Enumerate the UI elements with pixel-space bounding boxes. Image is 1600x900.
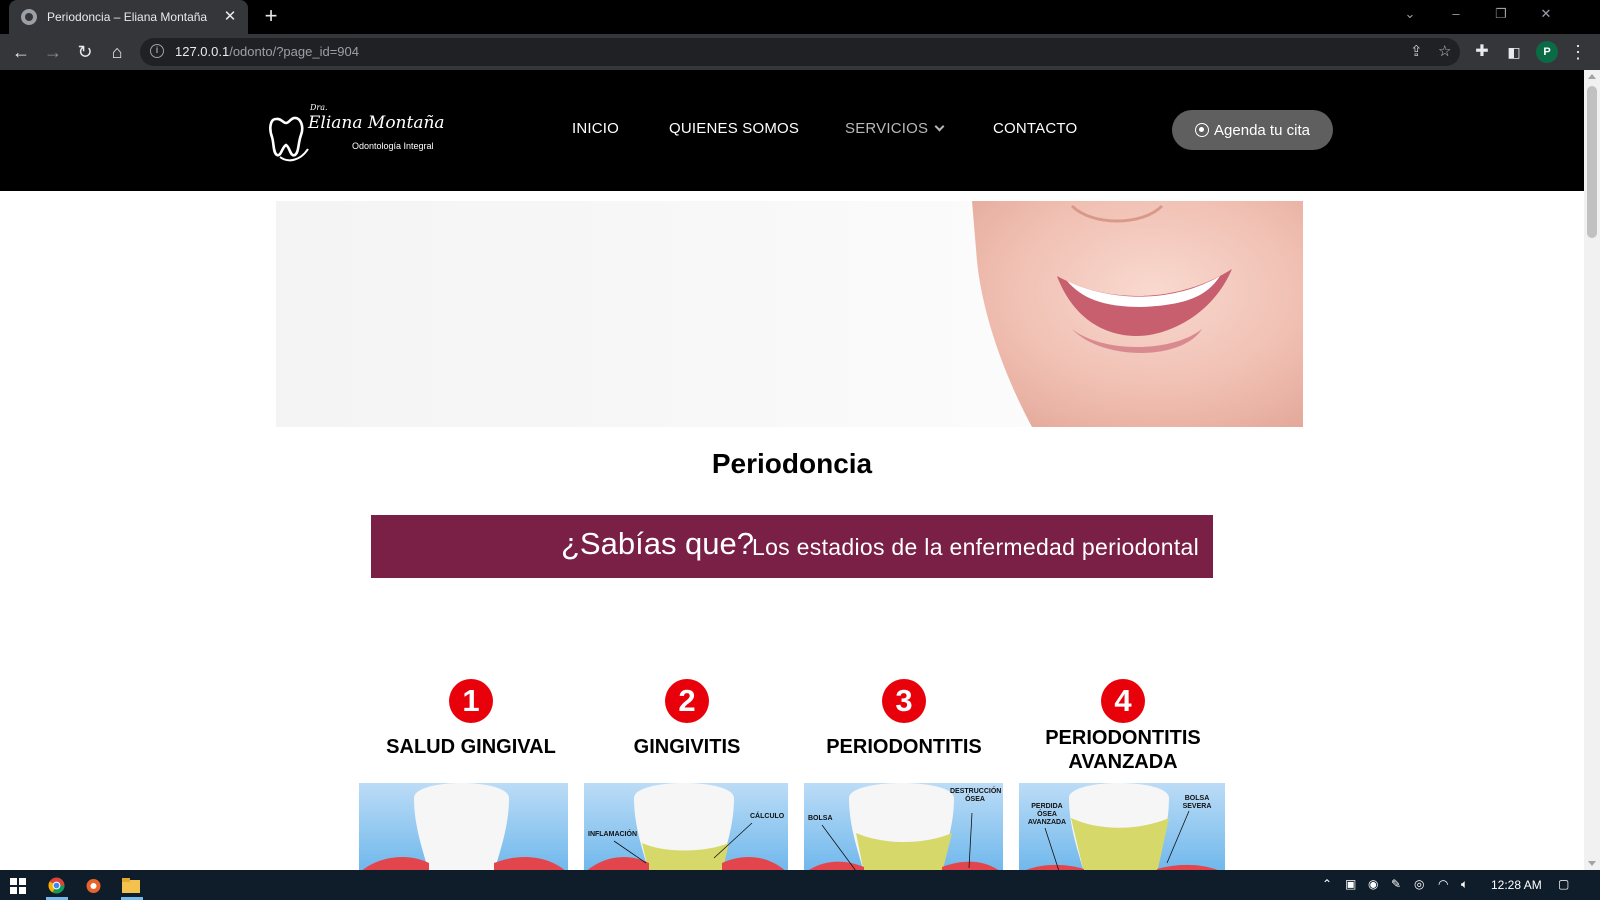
home-icon[interactable]: ⌂ — [105, 40, 129, 64]
smile-photo — [972, 201, 1303, 427]
stage-label: GINGIVITIS — [633, 736, 741, 758]
stage-3: 3 PERIODONTITIS — [799, 679, 1009, 759]
tag-bolsa: BOLSA — [808, 815, 833, 822]
tag-calculo: CÁLCULO — [750, 813, 785, 820]
book-appointment-label: Agenda tu cita — [1214, 121, 1310, 139]
minimize-icon[interactable]: – — [1446, 6, 1466, 21]
smile-illustration — [972, 201, 1303, 427]
tag-perdida-osea-avanzada: PERDIDA ÓSEA AVANZADA — [1027, 803, 1067, 826]
share-icon[interactable]: ⇪ — [1410, 42, 1423, 60]
tray-network-drive-icon[interactable]: ▣ — [1345, 877, 1356, 891]
logo-prefix: Dra. — [310, 103, 328, 112]
nav-item-servicios-label: SERVICIOS — [845, 120, 929, 137]
restore-icon[interactable]: ❐ — [1491, 6, 1511, 22]
site-info-icon[interactable]: i — [150, 44, 164, 58]
windows-start-icon[interactable] — [10, 878, 26, 894]
stage-label: SALUD GINGIVAL — [386, 736, 556, 758]
tooth-logo-icon — [269, 116, 309, 162]
bookmark-star-icon[interactable]: ☆ — [1438, 42, 1451, 60]
nav-item-contacto[interactable]: CONTACTO — [993, 120, 1077, 137]
browser-tab-strip: Periodoncia – Eliana Montaña ✕ + ⌄ – ❐ ✕ — [0, 0, 1600, 34]
notifications-icon[interactable]: ▢ — [1558, 877, 1569, 891]
stage-4: 4 PERIODONTITIS AVANZADA — [1018, 679, 1228, 774]
globe-icon — [21, 9, 37, 25]
stage-1-illustration — [359, 783, 568, 870]
url-host: 127.0.0.1 — [175, 44, 230, 59]
nav-item-inicio[interactable]: INICIO — [572, 120, 619, 137]
tray-pen-icon[interactable]: ✎ — [1391, 877, 1401, 891]
url-text[interactable]: 127.0.0.1/odonto/?page_id=904 — [175, 44, 359, 59]
scroll-up-icon[interactable] — [1588, 74, 1596, 79]
tab-title: Periodoncia – Eliana Montaña — [47, 10, 208, 24]
stage-number: 3 — [882, 679, 926, 723]
extensions-icon[interactable]: ✚ — [1470, 40, 1494, 64]
address-bar[interactable]: i 127.0.0.1/odonto/?page_id=904 ⇪ ☆ — [140, 38, 1460, 66]
page-title: Periodoncia — [711, 448, 873, 479]
scrollbar-thumb[interactable] — [1587, 86, 1597, 238]
stage-number: 2 — [665, 679, 709, 723]
stage-number: 1 — [449, 679, 493, 723]
book-appointment-button[interactable]: Agenda tu cita — [1172, 110, 1333, 150]
close-window-icon[interactable]: ✕ — [1536, 6, 1556, 22]
nav-item-quienes-somos[interactable]: QUIENES SOMOS — [669, 120, 799, 137]
tray-app-icon[interactable]: ◉ — [1368, 877, 1378, 891]
side-panel-icon[interactable]: ◧ — [1502, 40, 1526, 64]
reload-icon[interactable]: ↻ — [73, 40, 97, 64]
tag-inflamacion: INFLAMACIÓN — [588, 831, 637, 838]
url-path: /odonto/?page_id=904 — [229, 44, 359, 59]
stage-4-illustration: PERDIDA ÓSEA AVANZADA BOLSA SEVERA — [1019, 783, 1225, 870]
file-explorer-icon[interactable] — [122, 878, 140, 893]
wifi-icon[interactable]: ◠ — [1438, 877, 1448, 891]
stage-label: PERIODONTITIS — [826, 736, 982, 758]
whatsapp-icon — [1195, 123, 1210, 137]
chevron-down-icon — [934, 121, 945, 132]
page-viewport: Dra. Eliana Montaña Odontología Integral… — [0, 70, 1584, 870]
banner-question: ¿Sabías que? — [561, 526, 755, 561]
logo-tagline: Odontología Integral — [352, 141, 434, 151]
stage-2-illustration: INFLAMACIÓN CÁLCULO — [584, 783, 788, 870]
back-icon[interactable]: ← — [9, 40, 33, 64]
healthy-tooth-illustration — [362, 783, 565, 870]
profile-avatar[interactable]: P — [1536, 41, 1558, 63]
stage-1: 1 SALUD GINGIVAL — [366, 679, 576, 759]
browser-toolbar: ← → ↻ ⌂ i 127.0.0.1/odonto/?page_id=904 … — [0, 34, 1600, 70]
stage-label: PERIODONTITIS AVANZADA — [1045, 727, 1201, 773]
site-header: Dra. Eliana Montaña Odontología Integral… — [0, 70, 1584, 191]
info-banner: ¿Sabías que? Los estadios de la enfermed… — [371, 515, 1213, 578]
tag-bolsa-severa: BOLSA SEVERA — [1182, 795, 1212, 810]
tray-search-app-icon[interactable]: ◎ — [1414, 877, 1424, 891]
new-tab-button[interactable]: + — [259, 5, 283, 29]
tag-destruccion-osea: DESTRUCCIÓN ÓSEA — [950, 788, 1002, 803]
taskbar-clock[interactable]: 12:28 AM — [1491, 878, 1542, 892]
forward-icon[interactable]: → — [41, 40, 65, 64]
tab-search-icon[interactable]: ⌄ — [1400, 6, 1420, 22]
close-tab-icon[interactable]: ✕ — [218, 9, 242, 25]
scroll-down-icon[interactable] — [1588, 861, 1596, 866]
windows-taskbar: ⌃ ▣ ◉ ✎ ◎ ◠ 🔈︎ 12:28 AM ▢ — [0, 870, 1600, 900]
app-taskbar-icon[interactable] — [85, 877, 102, 894]
tray-chevron-icon[interactable]: ⌃ — [1322, 877, 1332, 891]
gingivitis-tooth-illustration — [587, 783, 785, 870]
menu-kebab-icon[interactable]: ⋮ — [1566, 40, 1590, 64]
nav-item-servicios[interactable]: SERVICIOS — [845, 120, 945, 137]
stage-number: 4 — [1101, 679, 1145, 723]
browser-tab[interactable]: Periodoncia – Eliana Montaña ✕ — [9, 0, 248, 34]
stage-2: 2 GINGIVITIS — [582, 679, 792, 759]
chrome-taskbar-icon[interactable] — [48, 877, 65, 894]
site-logo[interactable]: Dra. Eliana Montaña Odontología Integral — [268, 103, 448, 163]
banner-text: Los estadios de la enfermedad periodonta… — [752, 534, 1200, 560]
logo-name: Eliana Montaña — [308, 113, 445, 133]
volume-icon[interactable]: 🔈︎ — [1461, 877, 1468, 892]
page-scrollbar[interactable] — [1584, 70, 1600, 870]
stage-3-illustration: BOLSA DESTRUCCIÓN ÓSEA — [804, 783, 1003, 870]
